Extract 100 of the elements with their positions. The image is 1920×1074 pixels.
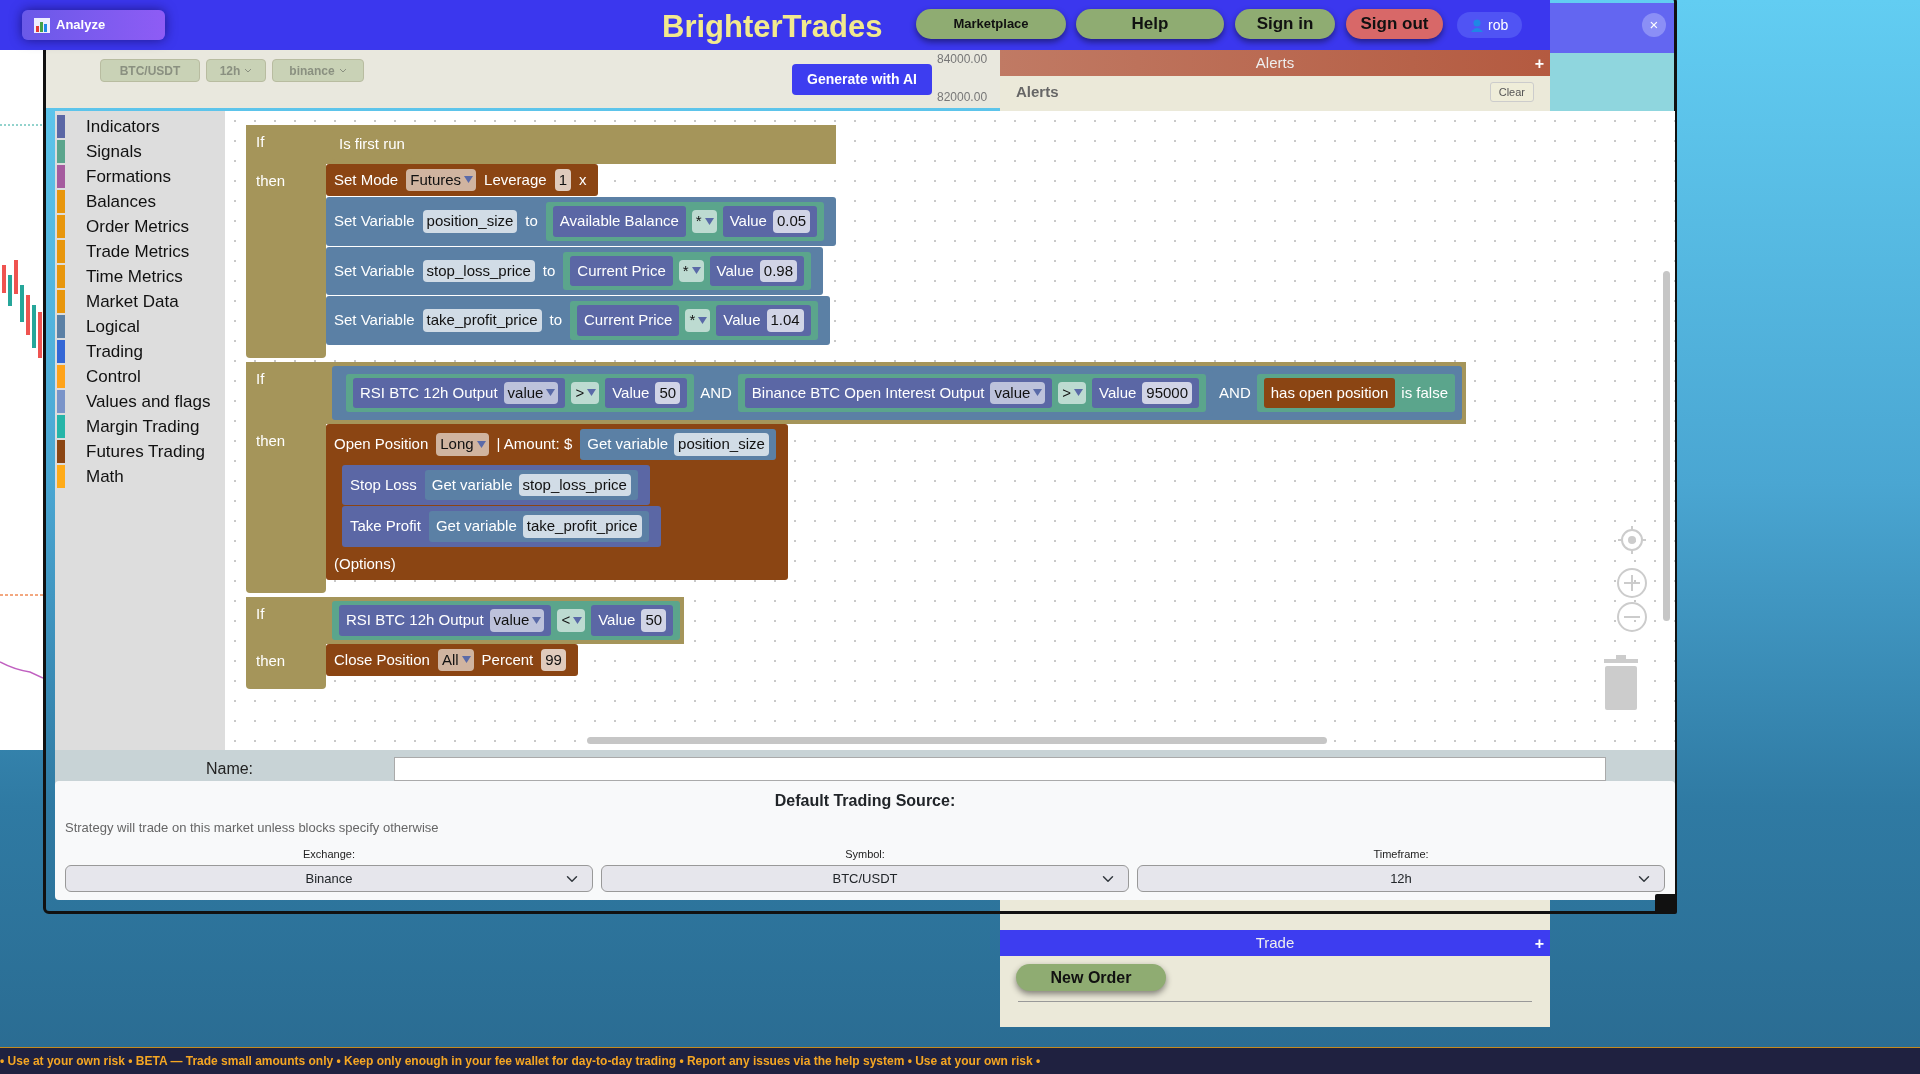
- caret-icon: [546, 389, 556, 397]
- value-block[interactable]: Value 0.98: [709, 255, 805, 286]
- value-block[interactable]: has open position: [1263, 377, 1396, 408]
- block-dropdown[interactable]: value: [489, 609, 545, 632]
- block-field[interactable]: 95000: [1142, 381, 1193, 404]
- block-field[interactable]: take_profit_price: [422, 309, 542, 332]
- block-field[interactable]: 0.98: [759, 259, 798, 282]
- expand-button[interactable]: +: [1534, 932, 1544, 956]
- value-block[interactable]: Value 0.05: [722, 206, 818, 237]
- block-dropdown[interactable]: All: [437, 648, 474, 671]
- recenter-icon[interactable]: [1617, 525, 1647, 555]
- nav-button[interactable]: Marketplace: [916, 9, 1066, 39]
- trash-icon[interactable]: [1602, 655, 1640, 711]
- value-block[interactable]: Get variable position_size: [580, 429, 776, 460]
- block-dropdown[interactable]: >: [571, 381, 600, 404]
- candle: [26, 295, 30, 335]
- value-block[interactable]: RSI BTC 12h Output value > Value 50: [346, 373, 695, 412]
- category-item[interactable]: Trading: [55, 339, 225, 364]
- new-order-button[interactable]: New Order: [1016, 964, 1166, 991]
- block-field[interactable]: take_profit_price: [522, 515, 642, 538]
- value-block[interactable]: Value 50: [605, 377, 688, 408]
- value-block[interactable]: has open position is false: [1256, 373, 1455, 412]
- block-label: Get variable: [587, 434, 669, 454]
- statement-block[interactable]: Set Variable take_profit_price to Current Price * Value 1.04: [326, 296, 830, 345]
- block-dropdown[interactable]: Long: [436, 433, 489, 456]
- statement-block[interactable]: Open Position Long | Amount: $ Get variable position_size Stop Loss Get variable stop_loss_price Take Profit Get variable take_profit_price (Options): [326, 424, 788, 580]
- scrollbar[interactable]: [587, 737, 1327, 744]
- block-field[interactable]: stop_loss_price: [422, 259, 535, 282]
- value-block[interactable]: Value 1.04: [716, 305, 811, 336]
- block-dropdown[interactable]: *: [678, 259, 704, 282]
- category-item[interactable]: Signals: [55, 139, 225, 164]
- block-field[interactable]: 50: [641, 609, 667, 632]
- category-item[interactable]: Balances: [55, 189, 225, 214]
- source-select[interactable]: BTC/USDT: [601, 865, 1129, 893]
- block-field[interactable]: 1.04: [766, 309, 804, 332]
- statement-block[interactable]: Set Variable position_size to Available Balance * Value 0.05: [326, 197, 837, 246]
- value-block[interactable]: Value 95000: [1092, 377, 1200, 408]
- category-item[interactable]: Control: [55, 364, 225, 389]
- resize-handle[interactable]: [1655, 894, 1677, 914]
- category-item[interactable]: Math: [55, 464, 225, 489]
- category-item[interactable]: Values and flags: [55, 389, 225, 414]
- block-field[interactable]: 0.05: [772, 210, 811, 233]
- value-block[interactable]: Get variable take_profit_price: [428, 511, 649, 542]
- nav-button[interactable]: Sign out: [1346, 9, 1443, 39]
- block-field[interactable]: 1: [554, 168, 571, 191]
- value-block[interactable]: Current Price * Value 1.04: [570, 301, 818, 340]
- value-block[interactable]: Current Price: [570, 255, 673, 286]
- category-item[interactable]: Trade Metrics: [55, 239, 225, 264]
- value-block[interactable]: RSI BTC 12h Output value: [339, 605, 552, 636]
- statement-block[interactable]: Take Profit Get variable take_profit_price: [342, 506, 661, 547]
- zoom-in-icon[interactable]: [1616, 567, 1648, 599]
- analyze-button[interactable]: Analyze: [22, 10, 165, 40]
- category-item[interactable]: Time Metrics: [55, 264, 225, 289]
- value-block[interactable]: Binance BTC Open Interest Output value > Value 95000: [737, 373, 1207, 412]
- block-dropdown[interactable]: >: [1058, 381, 1087, 404]
- value-block[interactable]: Available Balance * Value 0.05: [545, 202, 825, 241]
- block-label: If: [246, 597, 326, 644]
- block-field[interactable]: 99: [541, 648, 566, 671]
- block-field[interactable]: position_size: [422, 210, 518, 233]
- value-block[interactable]: Value 50: [591, 605, 674, 636]
- user-menu[interactable]: rob: [1457, 12, 1523, 38]
- statement-block[interactable]: Set Mode Futures Leverage 1 x: [326, 163, 599, 196]
- value-block[interactable]: RSI BTC 12h Output value > Value 50 AND Binance BTC Open Interest Output value > Value 95000 AND has open position is false: [332, 365, 1462, 420]
- zoom-out-icon[interactable]: [1616, 601, 1648, 633]
- block-field[interactable]: position_size: [674, 433, 769, 456]
- category-item[interactable]: Futures Trading: [55, 439, 225, 464]
- source-select[interactable]: 12h: [1137, 865, 1665, 893]
- block-field[interactable]: stop_loss_price: [518, 473, 631, 496]
- block-dropdown[interactable]: *: [685, 309, 711, 332]
- block-dropdown[interactable]: value: [990, 381, 1046, 404]
- block-dropdown[interactable]: value: [503, 381, 559, 404]
- block-dropdown[interactable]: Futures: [406, 168, 477, 191]
- source-select[interactable]: Binance: [65, 865, 593, 893]
- price-line: [0, 594, 43, 596]
- value-block[interactable]: RSI BTC 12h Output value: [353, 377, 566, 408]
- value-block[interactable]: Available Balance: [552, 206, 686, 237]
- generate-button[interactable]: Generate with AI: [792, 64, 932, 95]
- category-item[interactable]: Formations: [55, 164, 225, 189]
- category-item[interactable]: Indicators: [55, 114, 225, 139]
- statement-block[interactable]: Set Variable stop_loss_price to Current Price * Value 0.98: [326, 246, 824, 295]
- category-item[interactable]: Margin Trading: [55, 414, 225, 439]
- value-block[interactable]: Get variable stop_loss_price: [424, 469, 638, 500]
- category-item[interactable]: Market Data: [55, 289, 225, 314]
- value-block[interactable]: Current Price * Value 0.98: [563, 251, 812, 290]
- name-field[interactable]: [394, 757, 1606, 781]
- category-item[interactable]: Logical: [55, 314, 225, 339]
- value-block[interactable]: RSI BTC 12h Output value < Value 50: [332, 601, 681, 640]
- block-dropdown[interactable]: <: [557, 609, 586, 632]
- scrollbar[interactable]: [1663, 271, 1670, 621]
- block-dropdown[interactable]: *: [691, 210, 717, 233]
- category-item[interactable]: Order Metrics: [55, 214, 225, 239]
- nav-button[interactable]: Help: [1076, 9, 1224, 39]
- value-block[interactable]: Binance BTC Open Interest Output value: [744, 377, 1053, 408]
- expand-button[interactable]: +: [1534, 52, 1544, 76]
- nav-button[interactable]: Sign in: [1235, 9, 1335, 39]
- value-block[interactable]: Current Price: [577, 305, 680, 336]
- statement-block[interactable]: Close Position All Percent 99: [326, 643, 578, 676]
- block-field[interactable]: 50: [655, 381, 681, 404]
- clear-button[interactable]: Clear: [1489, 81, 1534, 103]
- statement-block[interactable]: Stop Loss Get variable stop_loss_price: [342, 464, 650, 505]
